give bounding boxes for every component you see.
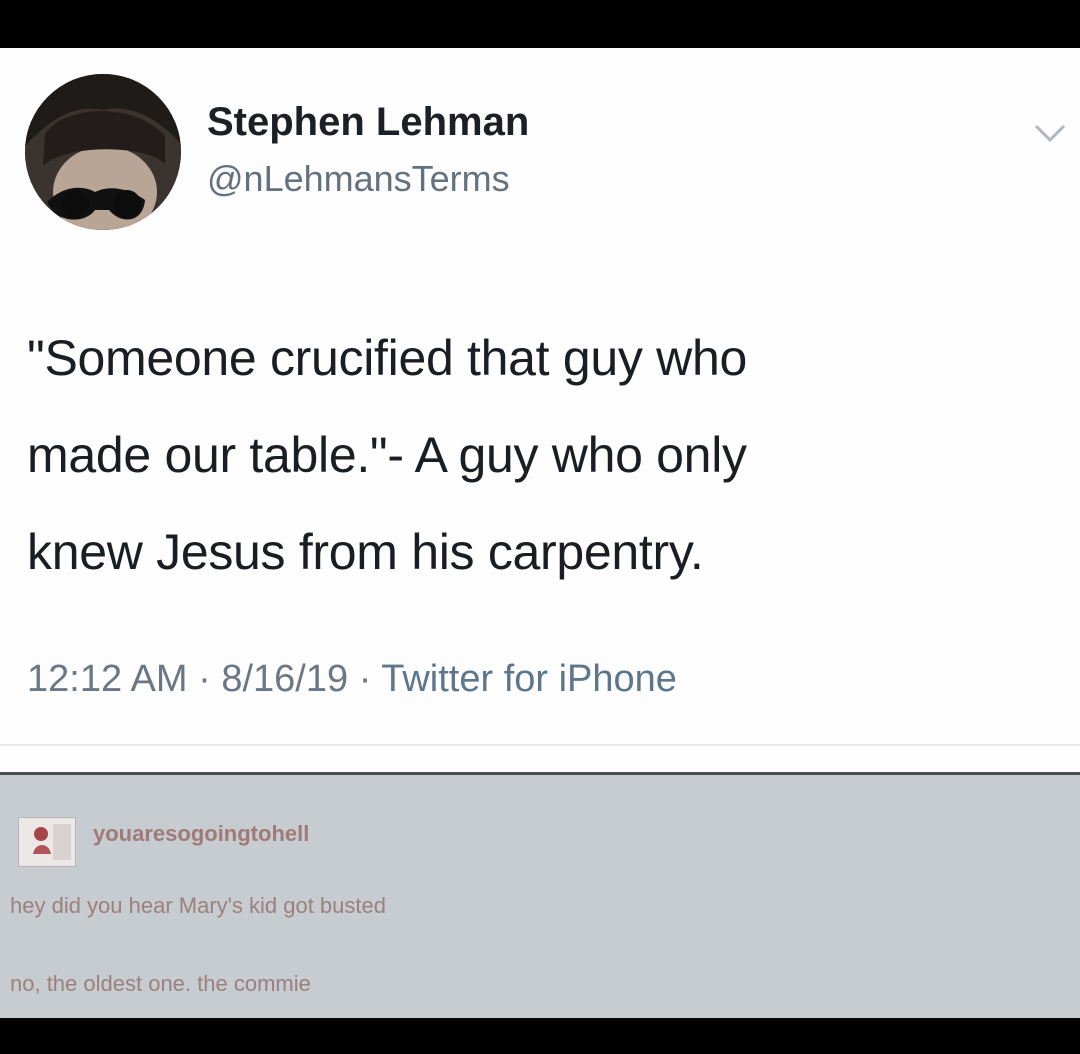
user-handle[interactable]: @nLehmansTerms (207, 158, 510, 200)
tumblr-username[interactable]: youaresogoingtohell (93, 821, 309, 847)
meta-separator: · (358, 658, 372, 700)
avatar[interactable] (25, 74, 181, 230)
tumblr-text-line: hey did you hear Mary's kid got busted (10, 893, 386, 918)
tweet-date[interactable]: 8/16/19 (221, 658, 348, 700)
user-avatar-icon[interactable] (18, 817, 76, 867)
display-name[interactable]: Stephen Lehman (207, 100, 529, 145)
tweet-text-line: knew Jesus from his carpentry. (27, 524, 704, 580)
tumblr-avatar-icon (19, 818, 75, 866)
divider (0, 744, 1080, 746)
tumblr-post: youaresogoingtohell hey did you hear Mar… (0, 772, 1080, 1018)
bottom-black-bar (0, 1018, 1080, 1054)
top-black-bar (0, 0, 1080, 48)
tweet-text: "Someone crucified that guy who made our… (27, 310, 1047, 601)
meta-separator: · (198, 658, 211, 700)
avatar-photo-icon (25, 74, 181, 230)
tweet-time: 12:12 AM (27, 658, 188, 700)
tumblr-text-line: no, the oldest one. the commie (10, 971, 311, 996)
tweet-card: Stephen Lehman @nLehmansTerms "Someone c… (0, 48, 1080, 772)
chevron-down-icon[interactable] (1030, 118, 1070, 146)
tweet-text-line: "Someone crucified that guy who (27, 330, 747, 386)
tweet-metadata: 12:12 AM · 8/16/19 · Twitter for iPhone (27, 658, 677, 701)
tweet-source[interactable]: Twitter for iPhone (381, 658, 677, 700)
tweet-text-line: made our table."- A guy who only (27, 427, 747, 483)
